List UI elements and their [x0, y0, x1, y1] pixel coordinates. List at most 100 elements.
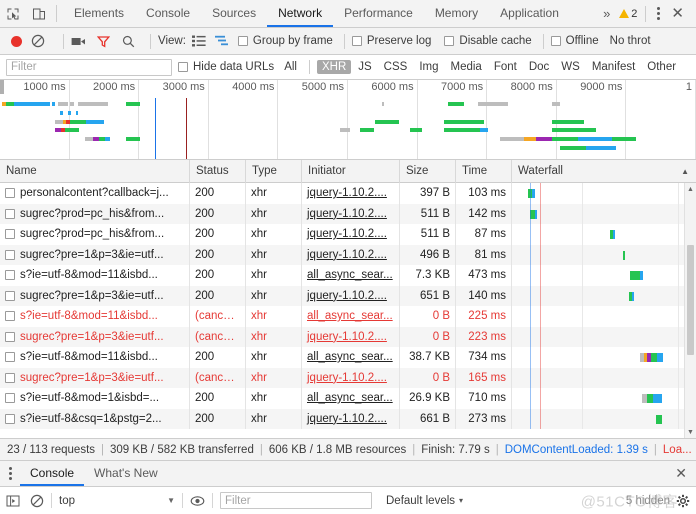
filter-type-js[interactable]: JS	[353, 60, 376, 74]
disable-cache-checkbox[interactable]: Disable cache	[444, 35, 532, 47]
row-checkbox[interactable]	[5, 188, 15, 199]
column-header-size[interactable]: Size	[400, 160, 456, 183]
row-checkbox[interactable]	[5, 331, 15, 342]
log-levels-select[interactable]: Default levels ▾	[386, 495, 463, 507]
filter-input[interactable]	[6, 58, 172, 76]
filter-type-media[interactable]: Media	[446, 60, 487, 74]
filter-icon[interactable]	[97, 35, 110, 48]
scroll-down-arrow-icon[interactable]: ▼	[685, 426, 696, 438]
row-checkbox[interactable]	[5, 290, 15, 301]
clear-console-icon[interactable]	[30, 494, 44, 508]
row-checkbox[interactable]	[5, 413, 15, 424]
search-icon[interactable]	[122, 35, 135, 48]
capture-screenshots-icon[interactable]	[71, 35, 86, 48]
filter-type-doc[interactable]: Doc	[524, 60, 554, 74]
table-row[interactable]: s?ie=utf-8&mod=11&isbd... (cancel... xhr al…	[0, 306, 696, 327]
throttling-select[interactable]: No throt	[610, 35, 651, 47]
inspect-element-icon[interactable]	[0, 0, 26, 27]
filter-type-ws[interactable]: WS	[556, 60, 585, 74]
initiator-link[interactable]: jquery-1.10.2....	[307, 331, 387, 343]
table-row[interactable]: sugrec?pre=1&p=3&ie=utf... (cancel... xhr j…	[0, 326, 696, 347]
column-header-time[interactable]: Time	[456, 160, 512, 183]
column-header-type[interactable]: Type	[246, 160, 302, 183]
column-header-status[interactable]: Status	[190, 160, 246, 183]
console-sidebar-icon[interactable]	[6, 494, 20, 508]
tab-network[interactable]: Network	[267, 0, 334, 27]
cell-waterfall	[512, 285, 696, 306]
initiator-link[interactable]: jquery-1.10.2....	[307, 290, 387, 302]
row-checkbox[interactable]	[5, 249, 15, 260]
column-header-initiator[interactable]: Initiator	[302, 160, 400, 183]
initiator-link[interactable]: jquery-1.10.2....	[307, 372, 387, 384]
table-row[interactable]: sugrec?pre=1&p=3&ie=utf... 200 xhr jquery-1…	[0, 285, 696, 306]
more-tabs-icon[interactable]: »	[598, 6, 615, 21]
close-devtools-icon[interactable]: ✕	[667, 6, 692, 21]
table-row[interactable]: sugrec?prod=pc_his&from... 200 xhr jquery-1…	[0, 224, 696, 245]
row-checkbox[interactable]	[5, 372, 15, 383]
table-row[interactable]: s?ie=utf-8&csq=1&pstg=2... 200 xhr jquery-1…	[0, 408, 696, 429]
tab-elements[interactable]: Elements	[63, 0, 135, 27]
cell-size: 0 B	[400, 326, 456, 347]
record-button-icon[interactable]	[11, 35, 22, 47]
filter-type-css[interactable]: CSS	[379, 60, 413, 74]
toggle-device-toolbar-icon[interactable]	[26, 0, 52, 27]
tab-application[interactable]: Application	[489, 0, 570, 27]
console-settings-gear-icon[interactable]	[676, 494, 690, 508]
initiator-link[interactable]: all_async_sear...	[307, 392, 393, 404]
filter-type-other[interactable]: Other	[642, 60, 681, 74]
drawer-tab-console[interactable]: Console	[20, 461, 85, 486]
devtools-menu-icon[interactable]	[650, 7, 667, 20]
table-row[interactable]: s?ie=utf-8&mod=1&isbd=... 200 xhr all_async…	[0, 388, 696, 409]
initiator-link[interactable]: all_async_sear...	[307, 269, 393, 281]
hide-data-urls-checkbox[interactable]: Hide data URLs	[178, 61, 274, 73]
row-checkbox[interactable]	[5, 352, 15, 363]
row-checkbox[interactable]	[5, 393, 15, 404]
filter-type-img[interactable]: Img	[414, 60, 443, 74]
table-row[interactable]: s?ie=utf-8&mod=11&isbd... 200 xhr all_async…	[0, 347, 696, 368]
initiator-link[interactable]: jquery-1.10.2....	[307, 187, 387, 199]
drawer-tab-whats-new[interactable]: What's New	[84, 461, 168, 486]
column-header-waterfall[interactable]: Waterfall ▲	[512, 160, 696, 183]
tab-sources[interactable]: Sources	[201, 0, 267, 27]
filter-type-font[interactable]: Font	[489, 60, 522, 74]
clear-icon[interactable]	[31, 34, 45, 48]
row-checkbox[interactable]	[5, 208, 15, 219]
live-expression-eye-icon[interactable]	[190, 494, 205, 508]
cell-size: 0 B	[400, 367, 456, 388]
execution-context-select[interactable]: top ▼	[59, 495, 175, 507]
row-checkbox[interactable]	[5, 311, 15, 322]
filter-type-all[interactable]: All	[279, 60, 302, 74]
initiator-link[interactable]: all_async_sear...	[307, 351, 393, 363]
tab-memory[interactable]: Memory	[424, 0, 489, 27]
column-header-name[interactable]: Name	[0, 160, 190, 183]
row-checkbox[interactable]	[5, 229, 15, 240]
row-checkbox[interactable]	[5, 270, 15, 281]
group-by-frame-checkbox[interactable]: Group by frame	[237, 35, 333, 47]
filter-type-xhr[interactable]: XHR	[316, 60, 352, 74]
close-drawer-icon[interactable]: ✕	[666, 461, 696, 486]
filter-type-manifest[interactable]: Manifest	[587, 60, 640, 74]
initiator-link[interactable]: all_async_sear...	[307, 310, 393, 322]
console-filter-input[interactable]	[220, 492, 372, 509]
list-view-icon[interactable]	[191, 35, 206, 47]
preserve-log-checkbox[interactable]: Preserve log	[351, 35, 431, 47]
initiator-link[interactable]: jquery-1.10.2....	[307, 413, 387, 425]
network-overview-timeline[interactable]: 1000 ms 2000 ms 3000 ms 4000 ms 5000 ms 6000 …	[0, 80, 696, 160]
initiator-link[interactable]: jquery-1.10.2....	[307, 249, 387, 261]
table-row[interactable]: sugrec?pre=1&p=3&ie=utf... (cancel... xhr j…	[0, 367, 696, 388]
initiator-link[interactable]: jquery-1.10.2....	[307, 208, 387, 220]
scroll-up-arrow-icon[interactable]: ▲	[685, 183, 696, 195]
table-scrollbar[interactable]: ▲ ▼	[684, 183, 696, 438]
initiator-link[interactable]: jquery-1.10.2....	[307, 228, 387, 240]
warning-badge[interactable]: 2	[615, 8, 641, 20]
offline-checkbox[interactable]: Offline	[550, 35, 599, 47]
drawer-menu-icon[interactable]	[0, 461, 20, 486]
table-row[interactable]: sugrec?prod=pc_his&from... 200 xhr jquery-1…	[0, 203, 696, 224]
tab-performance[interactable]: Performance	[333, 0, 424, 27]
tab-console[interactable]: Console	[135, 0, 201, 27]
table-row[interactable]: sugrec?pre=1&p=3&ie=utf... 200 xhr jquery-1…	[0, 244, 696, 265]
table-row[interactable]: personalcontent?callback=j... 200 xhr jquer…	[0, 183, 696, 204]
waterfall-view-icon[interactable]	[214, 35, 229, 47]
table-row[interactable]: s?ie=utf-8&mod=11&isbd... 200 xhr all_async…	[0, 265, 696, 286]
scrollbar-thumb[interactable]	[687, 245, 694, 355]
